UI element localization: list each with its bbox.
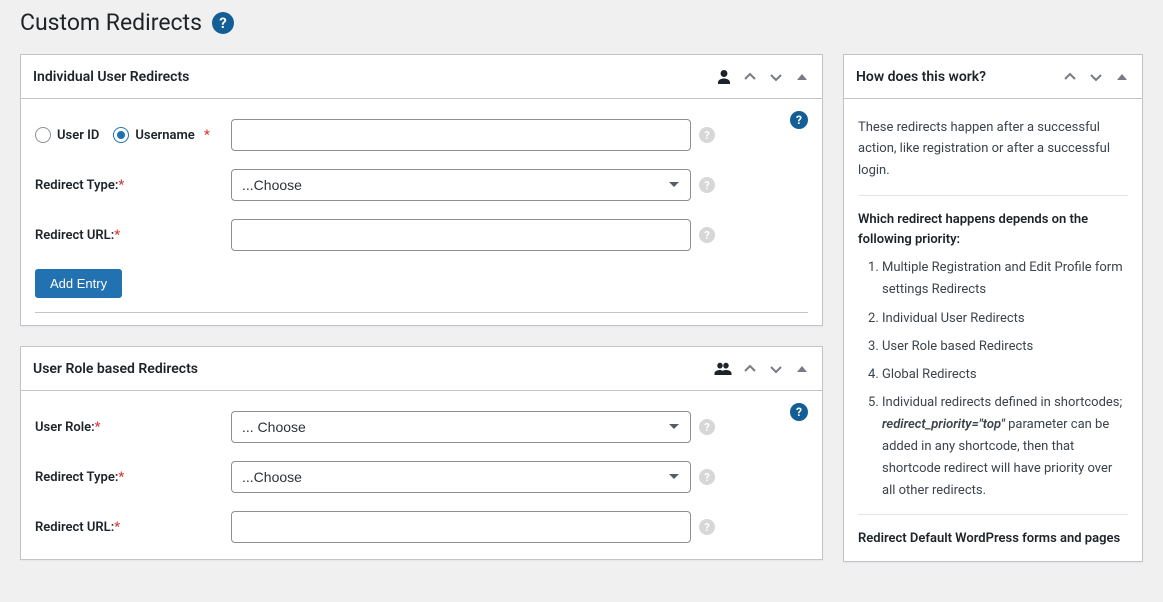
list-item-text: Individual redirects defined in shortcod… [882,395,1122,410]
panel-header: Individual User Redirects [21,55,822,99]
users-icon [714,361,732,377]
panel-title: Individual User Redirects [33,69,189,85]
required-marker: * [118,178,124,193]
panel-title: User Role based Redirects [33,361,198,377]
code-param: redirect_priority="top" [882,417,1005,432]
page-title: Custom Redirects ? [20,9,1143,36]
radio-user-id[interactable] [35,127,51,143]
user-icon [716,69,732,85]
panel-user-role-redirects: User Role based Redirects [20,346,823,560]
priority-heading: Which redirect happens depends on the fo… [858,210,1128,249]
redirect-type-label: Redirect Type: [35,178,118,193]
list-item: Global Redirects [882,364,1128,386]
redirect-url-label: Redirect URL: [35,228,114,243]
field-help-icon[interactable]: ? [699,419,715,435]
username-input[interactable] [231,119,691,151]
list-item: Individual redirects defined in shortcod… [882,392,1128,502]
redirect-type-label: Redirect Type: [35,470,118,485]
field-help-icon[interactable]: ? [699,177,715,193]
field-help-icon[interactable]: ? [699,127,715,143]
panel-header: How does this work? [844,55,1142,99]
page-title-text: Custom Redirects [20,9,202,36]
divider [858,514,1128,515]
radio-username-label: Username [135,128,194,143]
sidebar-footer-heading: Redirect Default WordPress forms and pag… [858,529,1128,549]
required-marker: * [118,470,124,485]
add-entry-button[interactable]: Add Entry [35,269,122,298]
list-item: Multiple Registration and Edit Profile f… [882,257,1128,301]
chevron-up-icon[interactable] [1062,69,1078,85]
field-help-icon[interactable]: ? [699,519,715,535]
collapse-icon[interactable] [794,361,810,377]
chevron-up-icon[interactable] [742,361,758,377]
list-item: User Role based Redirects [882,336,1128,358]
user-role-label: User Role: [35,420,95,435]
field-help-icon[interactable]: ? [699,469,715,485]
field-help-icon[interactable]: ? [699,227,715,243]
radio-user-id-label: User ID [57,128,99,143]
required-marker: * [95,420,101,435]
panel-header: User Role based Redirects [21,347,822,391]
redirect-url-input[interactable] [231,219,691,251]
user-role-select[interactable]: ... Choose [231,411,691,443]
required-marker: * [114,228,120,243]
sidebar-intro: These redirects happen after a successfu… [858,117,1128,181]
divider [858,195,1128,196]
collapse-icon[interactable] [794,69,810,85]
redirect-type-select[interactable]: ...Choose [231,169,691,201]
divider [35,312,808,313]
collapse-icon[interactable] [1114,69,1130,85]
radio-username[interactable] [113,127,129,143]
redirect-type-select[interactable]: ...Choose [231,461,691,493]
chevron-down-icon[interactable] [768,69,784,85]
redirect-url-input[interactable] [231,511,691,543]
required-marker: * [201,128,210,143]
chevron-down-icon[interactable] [1088,69,1104,85]
help-icon[interactable]: ? [212,12,234,34]
panel-help-icon[interactable]: ? [790,403,808,421]
redirect-url-label: Redirect URL: [35,520,114,535]
chevron-down-icon[interactable] [768,361,784,377]
priority-list: Multiple Registration and Edit Profile f… [858,257,1128,502]
panel-individual-user-redirects: Individual User Redirects [20,54,823,326]
chevron-up-icon[interactable] [742,69,758,85]
list-item: Individual User Redirects [882,308,1128,330]
panel-title: How does this work? [856,69,986,85]
panel-how-does-this-work: How does this work? These r [843,54,1143,562]
panel-help-icon[interactable]: ? [790,111,808,129]
required-marker: * [114,520,120,535]
